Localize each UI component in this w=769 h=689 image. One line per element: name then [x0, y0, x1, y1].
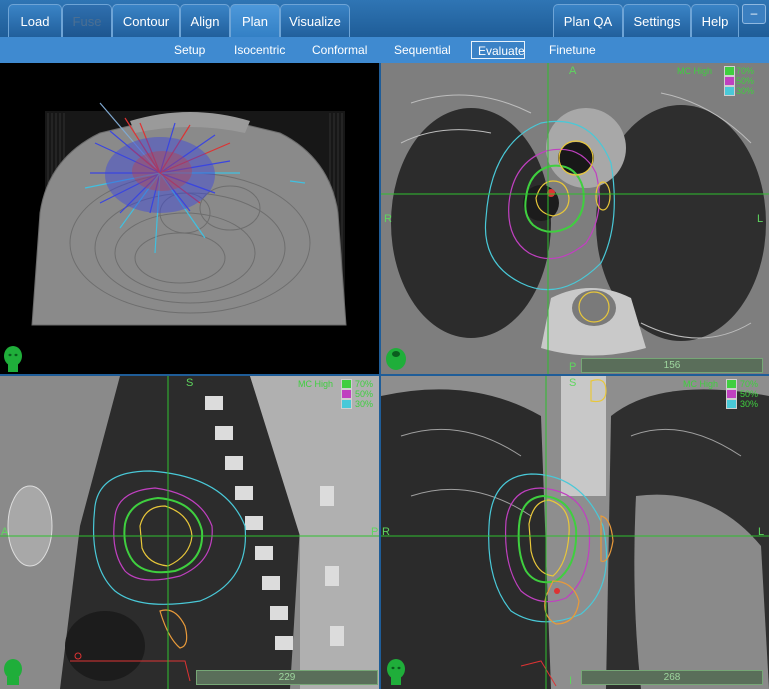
slice-slider[interactable]: 156 [581, 358, 763, 373]
plan-subtab-bar: Setup Isocentric Conformal Sequential Ev… [0, 37, 769, 63]
sagittal-ct-image [0, 376, 379, 689]
3d-render [31, 102, 347, 326]
isodose-swatch-70[interactable] [724, 66, 735, 76]
coronal-ct-image [381, 376, 769, 689]
top-menu-bar: Load Fuse Contour Align Plan Visualize P… [0, 0, 769, 37]
slice-number: 229 [278, 672, 296, 683]
isodose-label-30: 30% [740, 399, 759, 409]
tab-visualize[interactable]: Visualize [280, 4, 350, 37]
isodose-label-70: 70% [740, 379, 759, 389]
tab-plan[interactable]: Plan [230, 4, 280, 37]
slice-number: 268 [663, 672, 681, 683]
orientation-label-right: R [382, 526, 390, 538]
orientation-head-icon[interactable] [2, 346, 24, 372]
subtab-isocentric[interactable]: Isocentric [230, 41, 289, 59]
minimize-button[interactable]: – [742, 4, 766, 24]
isodose-label-50: 50% [736, 76, 755, 86]
orientation-head-icon[interactable] [2, 659, 24, 685]
isodose-swatch-50[interactable] [726, 389, 737, 399]
isodose-label-50: 50% [355, 389, 374, 399]
isodose-swatch-70[interactable] [341, 379, 352, 389]
isodose-legend[interactable]: MC High 70% 50% 30% [298, 378, 378, 412]
orientation-label-anterior: A [569, 65, 577, 77]
dose-mode-label: MC High [298, 379, 334, 389]
viewport-3d-beams[interactable] [0, 63, 379, 374]
orientation-label-superior: S [569, 377, 577, 389]
orientation-label-left: L [758, 526, 765, 538]
orientation-label-inferior: I [569, 675, 573, 687]
orientation-label-left: L [757, 213, 764, 225]
orientation-label-superior: S [186, 377, 194, 389]
orientation-label-right: R [384, 213, 392, 225]
viewport-coronal[interactable]: S R L I MC High 70% 50% 30% 268 [381, 376, 769, 689]
isodose-swatch-50[interactable] [341, 389, 352, 399]
subtab-evaluate[interactable]: Evaluate [471, 41, 525, 59]
isodose-swatch-30[interactable] [726, 399, 737, 409]
viewport-sagittal[interactable]: S A P MC High 70% 50% 30% 229 [0, 376, 379, 689]
isodose-legend[interactable]: MC High 70% 50% 30% [683, 378, 769, 412]
isodose-label-50: 50% [740, 389, 759, 399]
orientation-label-posterior: P [371, 526, 379, 538]
isodose-label-30: 30% [736, 86, 755, 96]
subtab-finetune[interactable]: Finetune [545, 41, 600, 59]
slice-slider[interactable]: 229 [196, 670, 378, 685]
isodose-swatch-30[interactable] [341, 399, 352, 409]
isodose-label-70: 70% [736, 66, 755, 76]
subtab-sequential[interactable]: Sequential [390, 41, 455, 59]
orientation-label-posterior: P [569, 361, 577, 373]
tab-contour[interactable]: Contour [112, 4, 180, 37]
isodose-legend[interactable]: MC High 70% 50% 30% [677, 65, 769, 99]
isodose-label-30: 30% [355, 399, 374, 409]
subtab-conformal[interactable]: Conformal [308, 41, 371, 59]
isodose-label-70: 70% [355, 379, 374, 389]
tab-help[interactable]: Help [691, 4, 739, 37]
tab-load[interactable]: Load [8, 4, 62, 37]
slice-slider[interactable]: 268 [581, 670, 763, 685]
orientation-head-icon[interactable] [385, 346, 407, 372]
dose-mode-label: MC High [683, 379, 719, 389]
orientation-head-icon[interactable] [385, 659, 407, 685]
dose-mode-label: MC High [677, 66, 713, 76]
isodose-swatch-30[interactable] [724, 86, 735, 96]
tab-align[interactable]: Align [180, 4, 230, 37]
slice-number: 156 [663, 360, 681, 371]
isodose-swatch-70[interactable] [726, 379, 737, 389]
orientation-label-anterior: A [1, 526, 9, 538]
tab-fuse[interactable]: Fuse [62, 4, 112, 37]
viewport-axial[interactable]: A P R L MC High 70% 50% 30% 156 [381, 63, 769, 374]
isodose-swatch-50[interactable] [724, 76, 735, 86]
tab-plan-qa[interactable]: Plan QA [553, 4, 623, 37]
axial-ct-image [381, 63, 769, 374]
tab-settings[interactable]: Settings [623, 4, 691, 37]
subtab-setup[interactable]: Setup [170, 41, 209, 59]
